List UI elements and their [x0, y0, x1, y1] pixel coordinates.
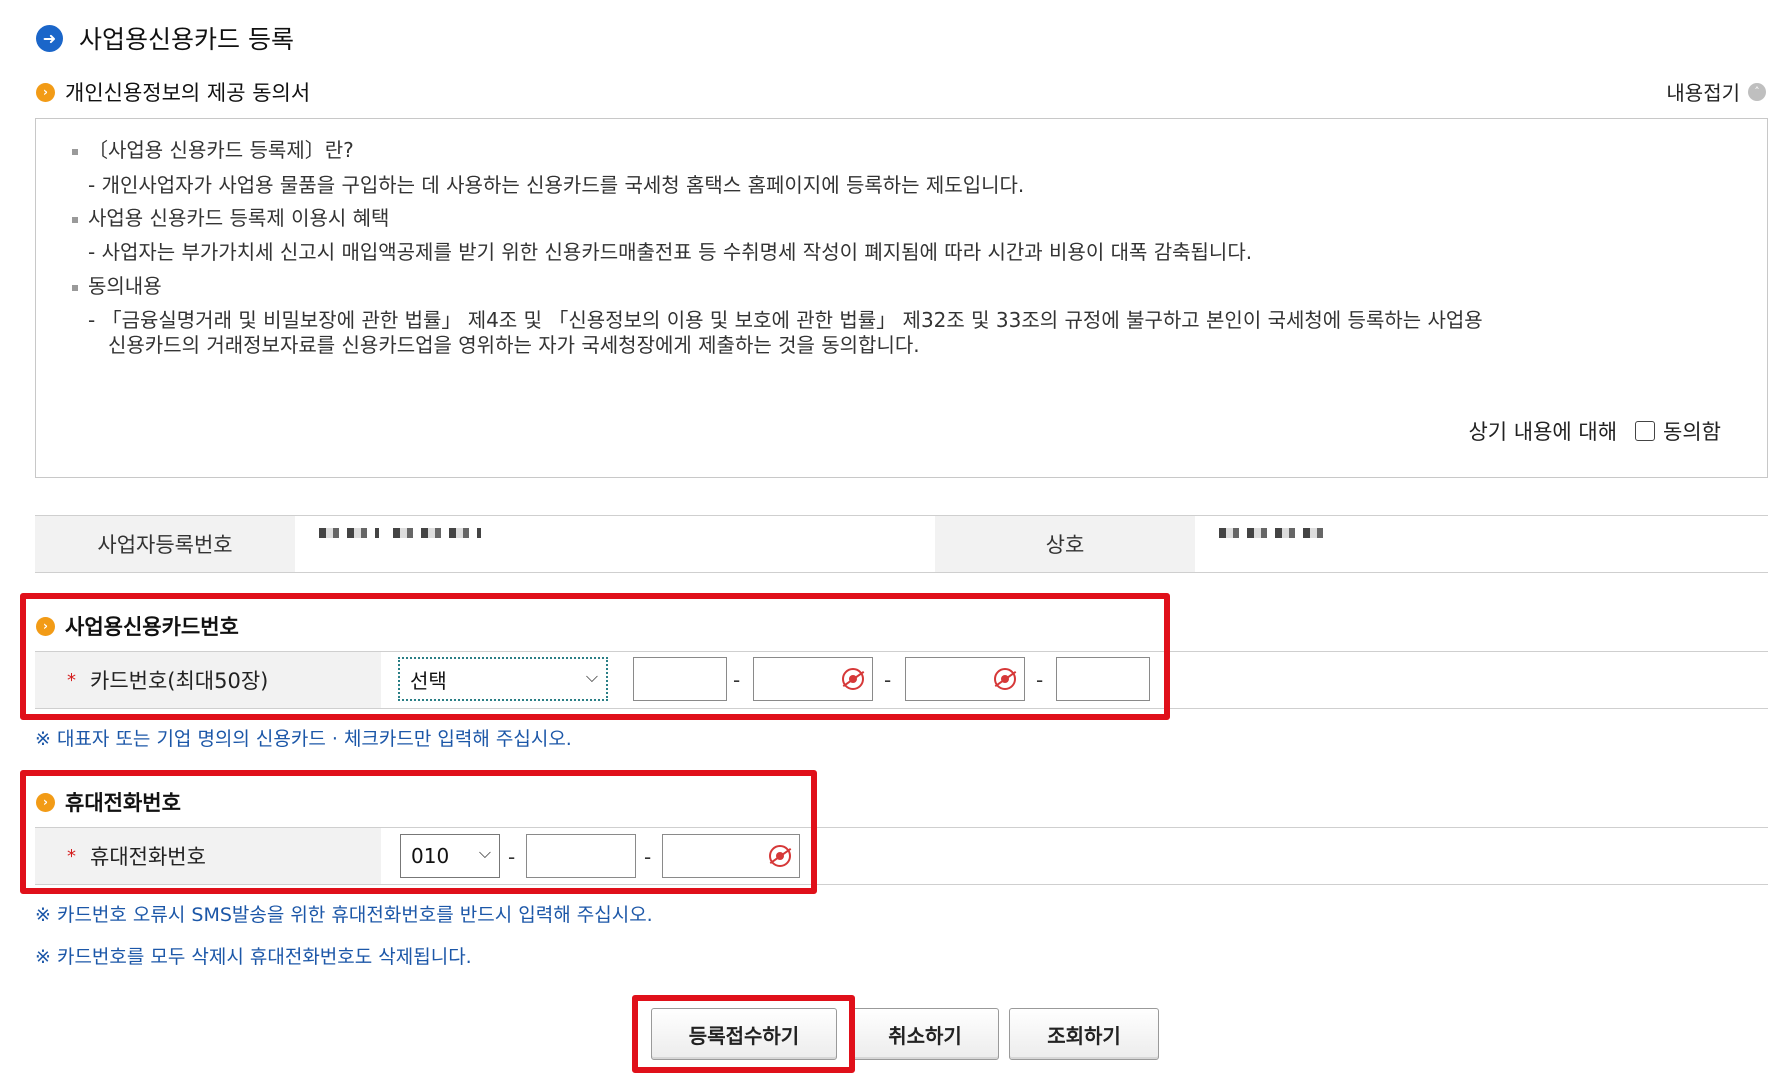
agreement-detail: - 사업자는 부가가치세 신고시 매입액공제를 받기 위한 신용카드매출전표 등… [88, 240, 1253, 264]
page-title: 사업용신용카드 등록 [79, 25, 294, 54]
cancel-button[interactable]: 취소하기 [851, 1008, 999, 1060]
bullet-icon [72, 284, 78, 291]
agreement-item: 동의내용 [72, 270, 162, 299]
company-name-value [1195, 516, 1768, 572]
agreement-item: 〔사업용 신용카드 등록제〕란? [72, 134, 354, 163]
agreement-item: 사업용 신용카드 등록제 이용시 혜택 [72, 202, 389, 231]
agree-checkbox-label[interactable]: 동의함 [1663, 416, 1721, 446]
masked-text [319, 528, 379, 538]
collapse-label[interactable]: 내용접기 [1666, 77, 1740, 106]
chevron-up-icon[interactable]: ˄ [1748, 82, 1766, 101]
bullet-icon [72, 148, 78, 155]
masked-text [1219, 528, 1323, 538]
bullet-icon [72, 216, 78, 223]
business-info-table: 사업자등록번호 상호 [35, 515, 1768, 573]
arrow-right-circle-icon: ➜ [36, 24, 63, 52]
phone-notice: ※ 카드번호를 모두 삭제시 휴대전화번호도 삭제됩니다. [35, 946, 472, 968]
phone-notice: ※ 카드번호 오류시 SMS발송을 위한 휴대전화번호를 반드시 입력해 주십시… [35, 904, 653, 926]
reg-number-value [295, 516, 935, 572]
company-name-label: 상호 [935, 516, 1195, 572]
agree-checkbox[interactable] [1635, 421, 1656, 441]
agree-prefix: 상기 내용에 대해 [1468, 420, 1618, 444]
chevron-right-icon: › [36, 82, 55, 102]
page-title-row: ➜ 사업용신용카드 등록 [36, 20, 294, 56]
reg-number-label: 사업자등록번호 [35, 516, 295, 572]
collapse-toggle[interactable]: 내용접기 ˄ [1666, 77, 1766, 106]
highlight-submit-button [632, 995, 855, 1073]
highlight-card-section [20, 593, 1170, 720]
agreement-header: › 개인신용정보의 제공 동의서 [36, 77, 310, 107]
agreement-header-label: 개인신용정보의 제공 동의서 [65, 81, 311, 105]
agreement-detail: - 개인사업자가 사업용 물품을 구입하는 데 사용하는 신용카드를 국세청 홈… [88, 173, 1025, 197]
inquire-button[interactable]: 조회하기 [1009, 1008, 1159, 1060]
agreement-detail: 신용카드의 거래정보자료를 신용카드업을 영위하는 자가 국세청장에게 제출하는… [108, 333, 920, 357]
card-notice: ※ 대표자 또는 기업 명의의 신용카드 · 체크카드만 입력해 주십시오. [35, 728, 572, 750]
highlight-phone-section [20, 770, 817, 894]
agreement-box: 〔사업용 신용카드 등록제〕란? - 개인사업자가 사업용 물품을 구입하는 데… [35, 118, 1768, 478]
masked-text [393, 528, 481, 538]
agree-checkbox-row: 상기 내용에 대해 동의함 [1468, 416, 1721, 446]
